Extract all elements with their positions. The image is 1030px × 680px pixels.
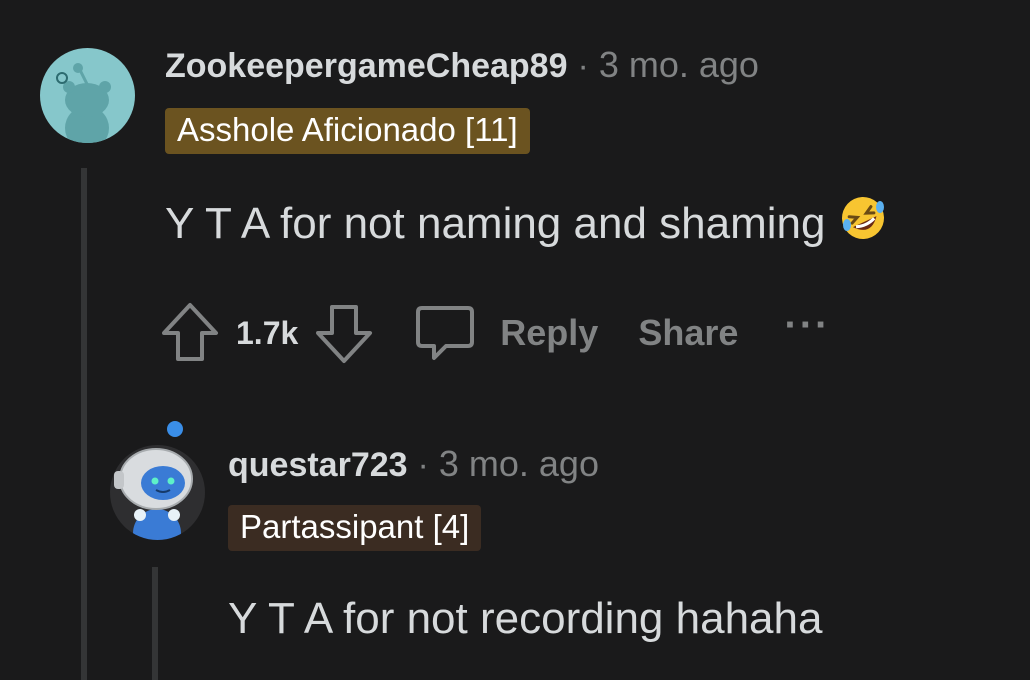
meta-separator: · [417,446,429,484]
antenna-icon [167,421,183,437]
more-options-button[interactable]: ··· [784,303,830,348]
astronaut-snoo-icon [114,448,193,540]
reply-label: Reply [500,312,599,353]
rolling-laughing-emoji-icon [839,194,887,253]
comment-username[interactable]: ZookeepergameCheap89 [165,47,568,86]
reply-user-flair: Partassipant [4] [228,505,482,551]
arrow-up-icon [162,303,218,361]
arrow-down-icon [316,305,373,363]
share-button[interactable]: Share [638,312,738,354]
vote-score: 1.7k [236,314,299,351]
upvote-button[interactable] [158,301,222,365]
comment-timestamp[interactable]: 3 mo. ago [599,44,759,86]
comment-actions: 1.7k Reply Share ··· [158,300,830,366]
avatar[interactable] [40,48,135,143]
reply-timestamp[interactable]: 3 mo. ago [439,443,599,485]
reply-body: Y T A for not recording hahaha [228,594,822,644]
comment-bubble-icon [416,306,475,360]
user-flair: Asshole Aficionado [11] [165,108,530,154]
downvote-button[interactable] [312,301,376,365]
meta-separator: · [577,47,589,85]
reply-avatar[interactable] [110,445,205,540]
comment-body-text: Y T A for not naming and shaming [165,198,826,248]
thread-line-reply[interactable] [152,567,158,680]
comment-body: Y T A for not naming and shaming [165,194,887,253]
reply-body-text: Y T A for not recording hahaha [228,594,823,643]
comment-meta: ZookeepergameCheap89 · 3 mo. ago [165,44,759,86]
snoo-icon [56,63,111,143]
reply-username[interactable]: questar723 [228,446,408,485]
reply-button[interactable]: Reply [412,300,598,366]
reply-meta: questar723 · 3 mo. ago [228,443,599,485]
thread-line-comment[interactable] [81,168,87,680]
